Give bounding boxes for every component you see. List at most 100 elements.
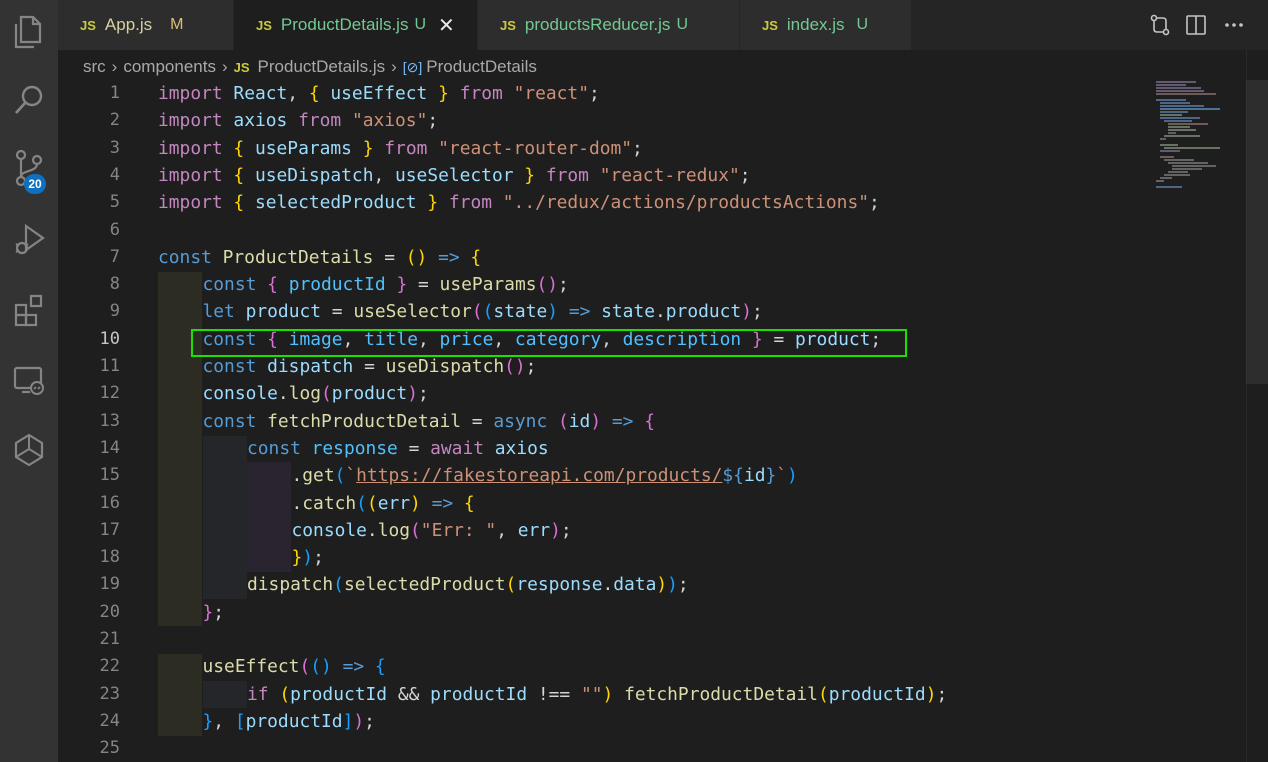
line-number: 16 [99,492,120,513]
tab-label: ProductDetails.js [280,15,409,34]
more-actions-icon[interactable] [1222,13,1246,42]
code-line[interactable]: 13 const fetchProductDetail = async (id) … [58,408,1238,435]
line-number: 5 [109,192,120,213]
activity-bar: 20 [0,0,58,762]
tab-label: App.js [104,15,153,34]
code-text: import { selectedProduct } from "../redu… [158,192,880,214]
tab-app-js[interactable]: JS App.js M [58,0,234,50]
run-debug-icon[interactable] [0,216,58,260]
code-line[interactable]: 6 [58,217,1238,244]
code-line[interactable]: 23 if (productId && productId !== "") fet… [58,681,1238,708]
code-line[interactable]: 15 .get(`https://fakestoreapi.com/product… [58,462,1238,489]
testing-icon[interactable] [0,428,58,472]
code-line[interactable]: 12 console.log(product); [58,380,1238,407]
line-number: 8 [109,274,120,295]
line-number: 12 [99,383,120,404]
code-text: const { productId } = useParams(); [202,274,569,296]
line-number: 9 [109,301,120,322]
tab-status: U [856,16,869,33]
code-text: }; [202,601,225,623]
code-line[interactable]: 19 dispatch(selectedProduct(response.data… [58,571,1238,598]
code-text: import { useDispatch, useSelector } from… [158,164,751,186]
breadcrumb-folder-src[interactable]: src [83,57,106,77]
code-text: .catch((err) => { [291,492,475,514]
code-line[interactable]: 16 .catch((err) => { [58,490,1238,517]
line-number: 23 [99,683,120,704]
code-text: let product = useSelector((state) => sta… [202,301,763,323]
tab-label: productsReducer.js [524,15,671,34]
code-text: const fetchProductDetail = async (id) =>… [202,410,656,432]
line-number: 7 [109,246,120,267]
highlight-box [191,329,907,357]
js-file-icon: JS [80,17,96,33]
line-number: 14 [99,437,120,458]
line-number: 20 [99,601,120,622]
code-text: useEffect(() => { [202,656,386,678]
code-line[interactable]: 17 console.log("Err: ", err); [58,517,1238,544]
line-number: 18 [99,547,120,568]
scrollbar-thumb[interactable] [1246,80,1268,384]
tab-index-js[interactable]: JS index.js U [740,0,912,50]
breadcrumb-file[interactable]: ProductDetails.js [258,57,386,77]
code-editor[interactable]: 1 import React, { useEffect } from "react… [58,80,1268,762]
code-line[interactable]: 4 import { useDispatch, useSelector } fro… [58,162,1238,189]
code-line[interactable]: 18}); [58,544,1238,571]
code-line[interactable]: 9 let product = useSelector((state) => st… [58,298,1238,325]
code-line[interactable]: 2 import axios from "axios"; [58,107,1238,134]
code-text: const response = await axios [247,437,549,459]
tab-product-details-js[interactable]: JS ProductDetails.js U ✕ [234,0,478,50]
js-file-icon: JS [256,17,272,33]
js-file-icon: JS [500,17,516,33]
code-text: dispatch(selectedProduct(response.data))… [247,574,689,596]
split-editor-icon[interactable] [1184,13,1208,42]
code-text: console.log("Err: ", err); [291,519,572,541]
code-line[interactable]: 1 import React, { useEffect } from "react… [58,80,1238,107]
code-line[interactable]: 7 const ProductDetails = () => { [58,244,1238,271]
line-number: 6 [109,219,120,240]
tab-label: index.js [786,15,845,34]
line-number: 2 [109,110,120,131]
explorer-icon[interactable] [0,10,58,54]
code-text: const ProductDetails = () => { [158,246,482,268]
line-number: 1 [109,83,120,103]
remote-explorer-icon[interactable] [0,358,58,402]
line-number: 11 [99,356,120,376]
chevron-right-icon: › [111,57,118,76]
code-text: if (productId && productId !== "") fetch… [247,683,948,705]
search-icon[interactable] [0,78,58,122]
code-line[interactable]: 3 import { useParams } from "react-router… [58,135,1238,162]
open-changes-icon[interactable] [1148,13,1172,42]
js-file-icon: JS [233,59,250,75]
line-number: 22 [99,656,120,677]
code-line[interactable]: 22 useEffect(() => { [58,653,1238,680]
line-number: 15 [99,465,120,486]
symbol-variable-icon: [⊘] [402,58,423,75]
code-text: import React, { useEffect } from "react"… [158,83,600,104]
code-line[interactable]: 5 import { selectedProduct } from "../red… [58,189,1238,216]
breadcrumb-symbol[interactable]: ProductDetails [426,57,537,77]
code-line[interactable]: 25 [58,735,1238,762]
breadcrumb-folder-components[interactable]: components [123,57,216,77]
code-line[interactable]: 24 }, [productId]); [58,708,1238,735]
line-number: 4 [109,164,120,185]
js-file-icon: JS [762,17,778,33]
code-line[interactable]: 14 const response = await axios [58,435,1238,462]
code-text: }, [productId]); [202,710,375,732]
tab-products-reducer-js[interactable]: JS productsReducer.js U [478,0,740,50]
line-number: 24 [99,710,120,731]
line-number: 17 [99,519,120,540]
code-text: }); [291,547,324,569]
extensions-icon[interactable] [0,288,58,332]
breadcrumb: src › components › JS ProductDetails.js … [83,55,537,79]
tab-status: M [170,16,184,33]
minimap[interactable] [1148,80,1246,200]
code-line[interactable]: 20}; [58,599,1238,626]
chevron-right-icon: › [391,57,397,76]
source-control-badge: 20 [24,174,46,194]
code-line[interactable]: 8 const { productId } = useParams(); [58,271,1238,298]
close-icon[interactable]: ✕ [438,13,455,38]
code-text: .get(`https://fakestoreapi.com/products/… [291,465,798,487]
code-line[interactable]: 21 [58,626,1238,653]
code-line[interactable]: 11 const dispatch = useDispatch(); [58,353,1238,380]
line-number: 25 [99,738,120,759]
